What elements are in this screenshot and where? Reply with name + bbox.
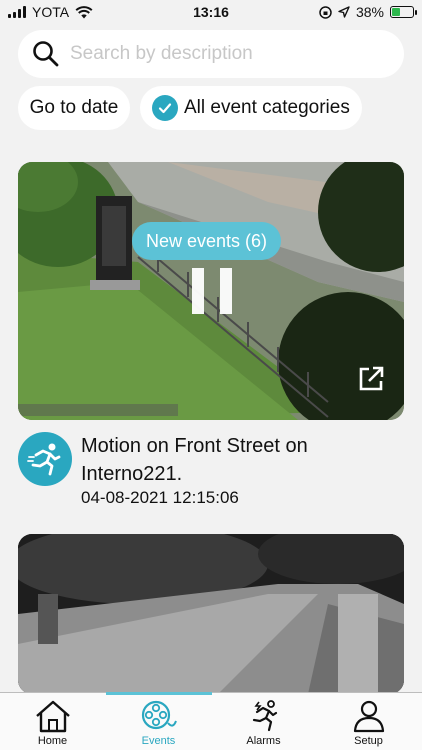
open-external-icon[interactable] [356,364,386,394]
go-to-date-label: Go to date [29,97,119,118]
running-person-icon [18,432,72,486]
tab-events-label: Events [141,735,176,747]
home-icon [35,700,70,733]
tab-setup[interactable]: Setup [316,693,421,750]
camera-snapshot-image-2 [18,534,404,694]
event-video-thumbnail[interactable]: New events (6) [18,162,404,420]
search-input[interactable] [70,43,370,65]
event-video-thumbnail-2[interactable] [18,534,404,694]
checkmark-icon [152,95,178,121]
location-arrow-icon [338,6,350,18]
event-timestamp: 04-08-2021 12:15:06 [81,488,239,507]
tab-home[interactable]: Home [0,693,105,750]
status-right: 38% [319,4,417,20]
film-reel-icon [141,700,177,730]
event-categories-button[interactable]: All event categories [140,86,362,130]
search-bar[interactable] [18,30,404,78]
running-alarm-icon [252,700,277,732]
tab-setup-label: Setup [354,735,383,747]
tab-bar: Home Events Alarms Setup [0,692,422,750]
tab-alarms-label: Alarms [246,735,281,747]
tab-home-label: Home [37,735,68,747]
battery-fill [392,8,400,16]
orientation-lock-icon [319,5,332,19]
tab-events[interactable]: Events [106,693,211,750]
search-icon [33,41,59,67]
event-title[interactable]: Motion on Front Street on Interno221. [81,432,381,488]
status-bar: YOTA 13:16 38% [0,0,422,24]
tab-alarms[interactable]: Alarms [211,693,316,750]
battery-icon [390,6,417,18]
go-to-date-button[interactable]: Go to date [18,86,130,130]
pause-icon[interactable] [192,268,232,314]
new-events-badge[interactable]: New events (6) [132,222,282,260]
person-icon [353,700,384,733]
event-categories-label: All event categories [184,97,350,118]
battery-percent: 38% [355,4,384,20]
